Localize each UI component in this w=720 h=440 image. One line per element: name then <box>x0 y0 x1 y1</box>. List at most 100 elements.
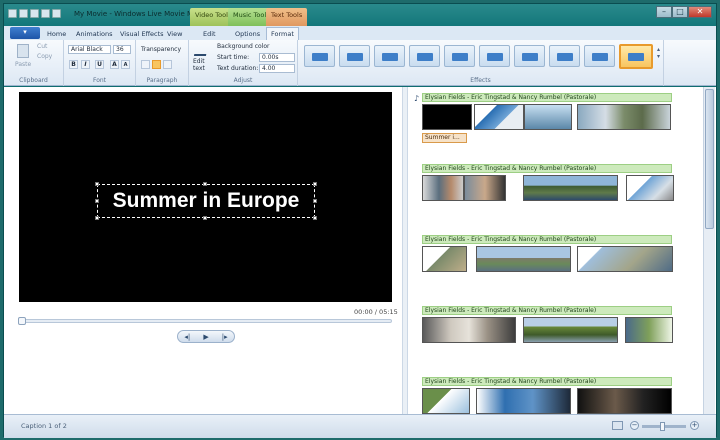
video-clip[interactable] <box>464 175 506 201</box>
cut-button[interactable]: Cut <box>37 43 47 50</box>
save-icon[interactable] <box>19 9 28 18</box>
edit-text-icon <box>193 44 209 56</box>
edit-text-button[interactable]: Edit text <box>193 58 211 72</box>
align-right-button[interactable] <box>163 60 172 69</box>
next-frame-button[interactable]: |▸ <box>215 331 234 342</box>
paste-button[interactable]: Paste <box>15 61 31 68</box>
resize-handle[interactable] <box>313 216 317 220</box>
minimize-button[interactable]: – <box>656 6 672 18</box>
close-button[interactable]: ✕ <box>688 6 712 18</box>
video-clip[interactable] <box>422 246 467 272</box>
resize-handle[interactable] <box>95 216 99 220</box>
text-caption-track[interactable]: Summer i... <box>422 133 467 143</box>
effect-thumbnail-4[interactable] <box>409 45 440 67</box>
copy-button[interactable]: Copy <box>37 53 52 60</box>
effect-thumbnail-10-selected[interactable] <box>619 44 653 69</box>
video-clip[interactable] <box>625 317 673 343</box>
previous-frame-button[interactable]: ◂| <box>178 331 197 342</box>
font-size-select[interactable]: 36 <box>113 45 131 54</box>
text-duration-input[interactable]: 4.00 <box>259 64 295 73</box>
grow-font-button[interactable]: A <box>110 60 119 69</box>
video-clip[interactable] <box>524 104 572 130</box>
effect-thumbnail-7[interactable] <box>514 45 545 67</box>
transparency-button[interactable]: Transparency <box>141 46 181 53</box>
effect-icon <box>382 53 398 61</box>
effect-thumbnail-1[interactable] <box>304 45 335 67</box>
background-color-button[interactable]: Background color <box>217 43 269 50</box>
tab-options[interactable]: Options <box>235 28 260 40</box>
effect-icon <box>592 53 608 61</box>
video-clip[interactable] <box>476 388 571 414</box>
caption-text[interactable]: Summer in Europe <box>98 189 314 213</box>
pane-splitter[interactable] <box>402 87 408 414</box>
video-clip[interactable] <box>577 104 671 130</box>
resize-handle[interactable] <box>203 182 207 186</box>
music-track[interactable]: Elysian Fields - Eric Tingstad & Nancy R… <box>422 306 672 315</box>
undo-icon[interactable] <box>30 9 39 18</box>
maximize-button[interactable]: □ <box>672 6 688 18</box>
effects-group: ▴ ▾ Effects <box>298 40 664 86</box>
video-clip[interactable] <box>422 317 516 343</box>
resize-handle[interactable] <box>95 199 99 203</box>
video-clip[interactable] <box>523 317 618 343</box>
zoom-slider-thumb[interactable] <box>660 422 665 431</box>
start-time-input[interactable]: 0.00s <box>259 53 295 62</box>
tab-format[interactable]: Format <box>266 27 299 40</box>
qat-dropdown-icon[interactable] <box>52 9 61 18</box>
file-menu-button[interactable]: ▾ <box>10 27 40 39</box>
caption-text-box[interactable]: Summer in Europe <box>95 182 317 220</box>
bold-button[interactable]: B <box>69 60 78 69</box>
font-color-button[interactable]: U <box>95 60 104 69</box>
zoom-slider[interactable] <box>642 422 686 431</box>
seek-thumb[interactable] <box>18 317 26 325</box>
tab-home[interactable]: Home <box>47 28 66 40</box>
tab-visual-effects[interactable]: Visual Effects <box>120 28 164 40</box>
align-center-button[interactable] <box>152 60 161 69</box>
resize-handle[interactable] <box>203 216 207 220</box>
zoom-out-button[interactable]: − <box>630 421 639 430</box>
video-preview[interactable]: Summer in Europe <box>19 92 392 302</box>
thumbnail-size-icon[interactable] <box>612 421 623 430</box>
tab-animations[interactable]: Animations <box>76 28 113 40</box>
shrink-font-button[interactable]: A <box>121 60 130 69</box>
zoom-in-button[interactable]: + <box>690 421 699 430</box>
redo-icon[interactable] <box>41 9 50 18</box>
scrollbar-thumb[interactable] <box>705 89 714 229</box>
video-clip[interactable] <box>523 175 618 201</box>
resize-handle[interactable] <box>313 182 317 186</box>
effect-thumbnail-9[interactable] <box>584 45 615 67</box>
video-clip[interactable] <box>476 246 571 272</box>
video-clip[interactable] <box>422 104 472 130</box>
effect-icon <box>347 53 363 61</box>
play-button[interactable]: ▶ <box>197 331 216 342</box>
seek-bar[interactable] <box>18 317 392 325</box>
resize-handle[interactable] <box>95 182 99 186</box>
quick-access-toolbar <box>8 9 61 18</box>
font-family-select[interactable]: Arial Black <box>68 45 111 54</box>
video-clip[interactable] <box>577 388 672 414</box>
video-clip[interactable] <box>626 175 674 201</box>
app-icon[interactable] <box>8 9 17 18</box>
video-clip[interactable] <box>422 175 464 201</box>
tab-edit[interactable]: Edit <box>203 28 216 40</box>
video-clip[interactable] <box>577 246 673 272</box>
resize-handle[interactable] <box>313 199 317 203</box>
italic-button[interactable]: I <box>81 60 90 69</box>
storyboard-scrollbar[interactable] <box>703 87 715 414</box>
storyboard: ♪ Elysian Fields - Eric Tingstad & Nancy… <box>412 87 702 414</box>
video-clip[interactable] <box>474 104 524 130</box>
effect-thumbnail-8[interactable] <box>549 45 580 67</box>
effect-thumbnail-6[interactable] <box>479 45 510 67</box>
music-track[interactable]: Elysian Fields - Eric Tingstad & Nancy R… <box>422 164 672 173</box>
align-left-button[interactable] <box>141 60 150 69</box>
video-clip[interactable] <box>422 388 470 414</box>
music-track[interactable]: Elysian Fields - Eric Tingstad & Nancy R… <box>422 377 672 386</box>
effects-scroll-icon[interactable]: ▴ ▾ <box>657 46 660 60</box>
effect-thumbnail-2[interactable] <box>339 45 370 67</box>
tab-view[interactable]: View <box>167 28 182 40</box>
music-track[interactable]: Elysian Fields - Eric Tingstad & Nancy R… <box>422 235 672 244</box>
effect-icon <box>628 53 644 61</box>
effect-thumbnail-3[interactable] <box>374 45 405 67</box>
music-track[interactable]: Elysian Fields - Eric Tingstad & Nancy R… <box>422 93 672 102</box>
effect-thumbnail-5[interactable] <box>444 45 475 67</box>
